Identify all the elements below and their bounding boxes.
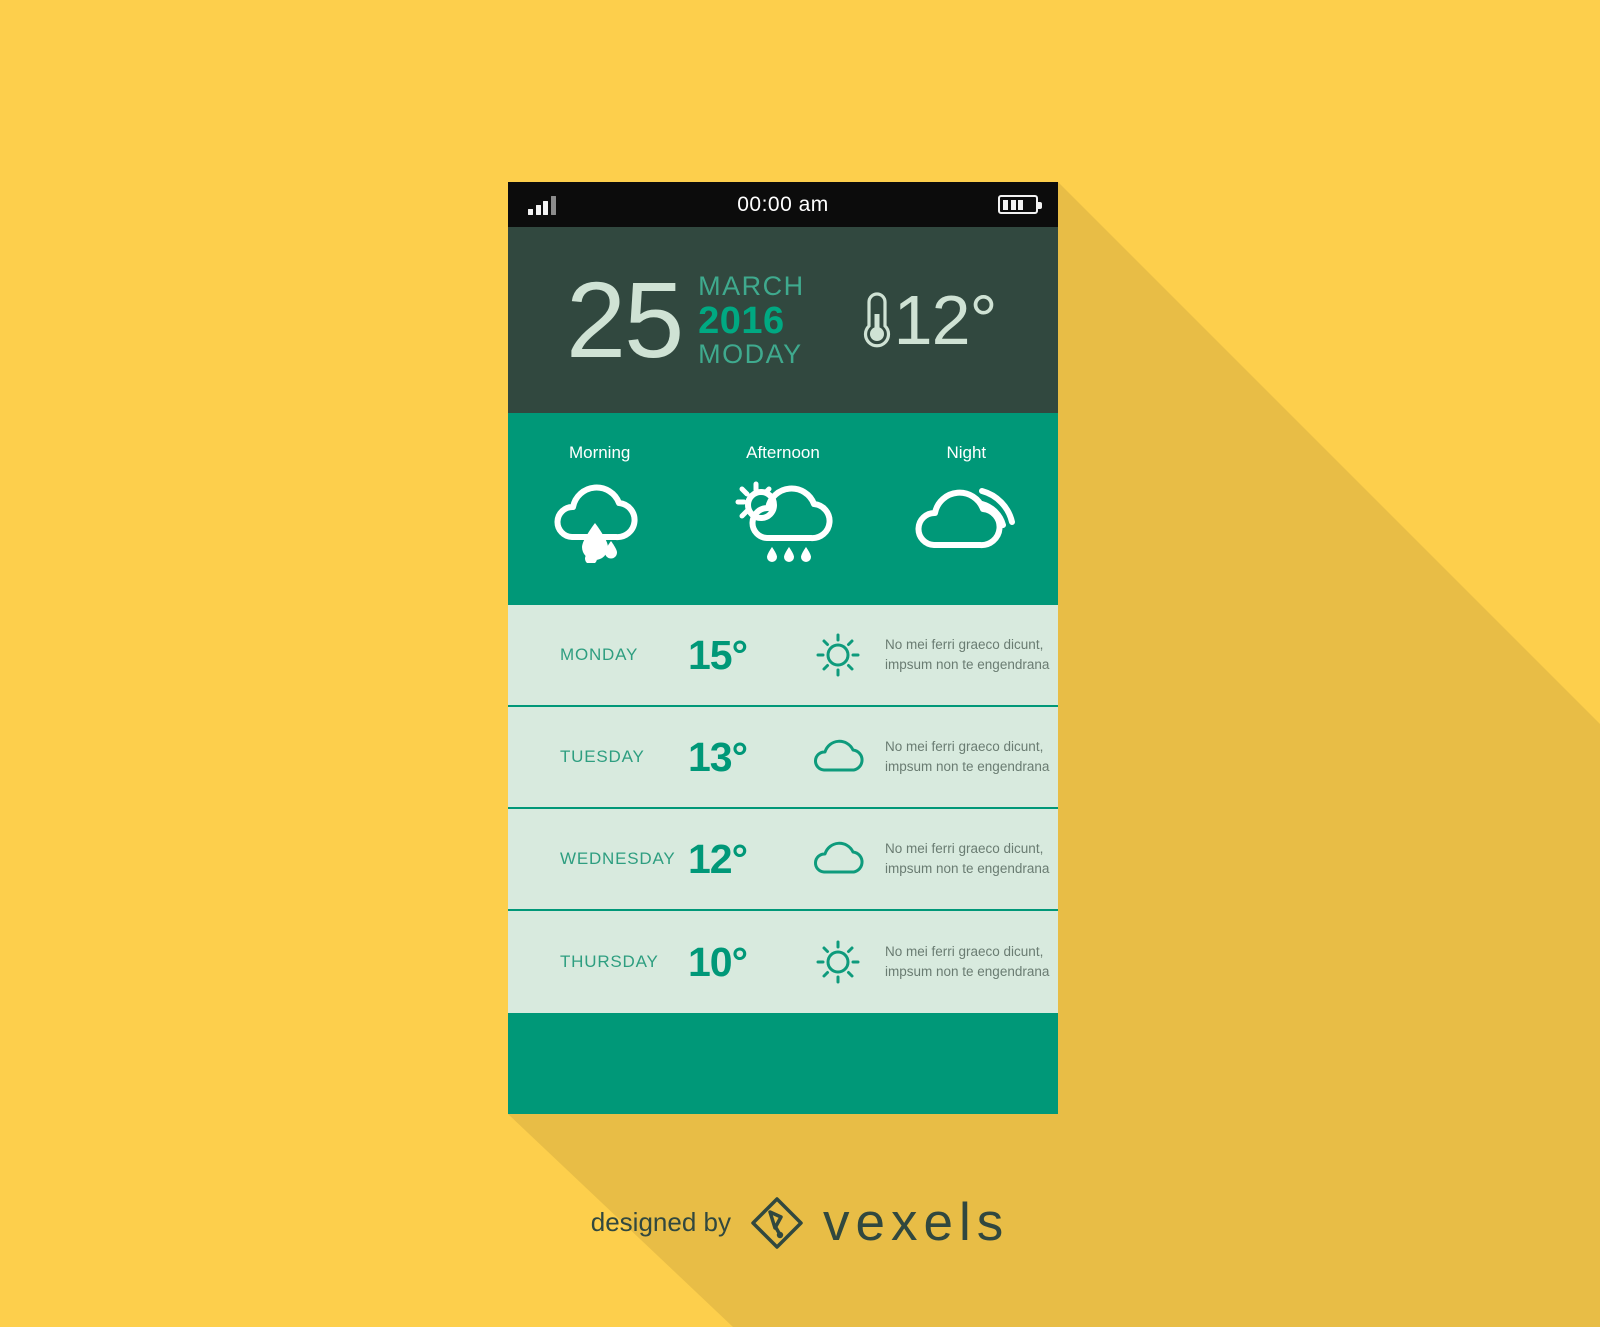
forecast-icon-cell [793,736,883,778]
forecast-description: No mei ferri graeco dicunt, impsum non t… [883,737,1049,776]
phone-mockup: 00:00 am 25 MARCH 2016 MODAY 12° Morning [508,182,1058,1114]
status-bar-clock: 00:00 am [737,192,829,216]
date-header: 25 MARCH 2016 MODAY 12° [508,227,1058,413]
sun-icon [816,940,860,984]
forecast-day: WEDNESDAY [560,849,676,868]
forecast-description-line2: impsum non te engendrana [885,861,1050,876]
day-number: 25 [566,259,684,380]
forecast-temp: 12° [688,835,748,882]
period-label: Afternoon [746,443,820,462]
forecast-description: No mei ferri graeco dicunt, impsum non t… [883,839,1049,878]
forecast-description-line1: No mei ferri graeco dicunt, [885,739,1044,755]
cloud-icon [814,739,864,772]
vexels-pen-nib-icon [751,1196,803,1249]
sun-cloud-rain-icon [735,481,833,562]
forecast-description-line2: impsum non te engendrana [885,964,1050,979]
bottom-bar [508,1013,1058,1113]
table-row[interactable]: WEDNESDAY 12° No mei ferri graeco dicunt… [508,809,1058,911]
cloud-rain-icon [554,484,638,563]
forecast-icon-cell [793,838,883,880]
forecast-description-line1: No mei ferri graeco dicunt, [885,944,1044,960]
forecast-description-line2: impsum non te engendrana [885,657,1050,672]
table-row[interactable]: THURSDAY 10° No mei ferri graeco dicunt,… [508,911,1058,1013]
forecast-day: THURSDAY [560,952,659,971]
forecast-description-line2: impsum non te engendrana [885,759,1050,774]
forecast-day: MONDAY [560,645,639,664]
current-temperature-block: 12° [860,285,997,355]
month-label: MARCH [698,270,805,301]
forecast-description: No mei ferri graeco dicunt, impsum non t… [883,635,1049,674]
battery-icon [998,195,1042,214]
status-bar: 00:00 am [508,182,1058,227]
forecast-temp: 10° [688,938,748,985]
date-stack: MARCH 2016 MODAY [698,270,805,369]
forecast-list: MONDAY 15° No mei ferri graeco dicunt, i… [508,605,1058,1013]
designed-by-label: designed by [590,1207,731,1237]
table-row[interactable]: TUESDAY 13° No mei ferri graeco dicunt, … [508,707,1058,809]
forecast-description-line1: No mei ferri graeco dicunt, [885,637,1044,653]
period-label: Morning [568,443,631,462]
brand-name: vexels [823,1193,1010,1252]
table-row[interactable]: MONDAY 15° No mei ferri graeco dicunt, i… [508,605,1058,707]
periods-band: Morning Afternoon Night [508,413,1058,605]
forecast-description: No mei ferri graeco dicunt, impsum non t… [883,942,1049,981]
forecast-temp: 15° [688,631,748,678]
thermometer-icon [863,292,890,348]
period-night[interactable]: Night [875,443,1058,605]
period-afternoon[interactable]: Afternoon [691,443,874,605]
period-morning[interactable]: Morning [508,443,691,605]
year-label: 2016 [698,299,785,342]
cloud-icon [814,841,864,874]
cloud-wind-icon [915,488,1015,549]
current-temperature: 12° [893,281,998,359]
footer-branding: designed by vexels [0,1192,1600,1253]
period-label: Night [946,443,987,462]
forecast-icon-cell [793,631,883,679]
forecast-temp: 13° [688,733,748,780]
forecast-description-line1: No mei ferri graeco dicunt, [885,841,1044,857]
forecast-icon-cell [793,938,883,986]
sun-icon [816,633,860,677]
weekday-label: MODAY [698,338,803,369]
forecast-day: TUESDAY [560,747,645,766]
